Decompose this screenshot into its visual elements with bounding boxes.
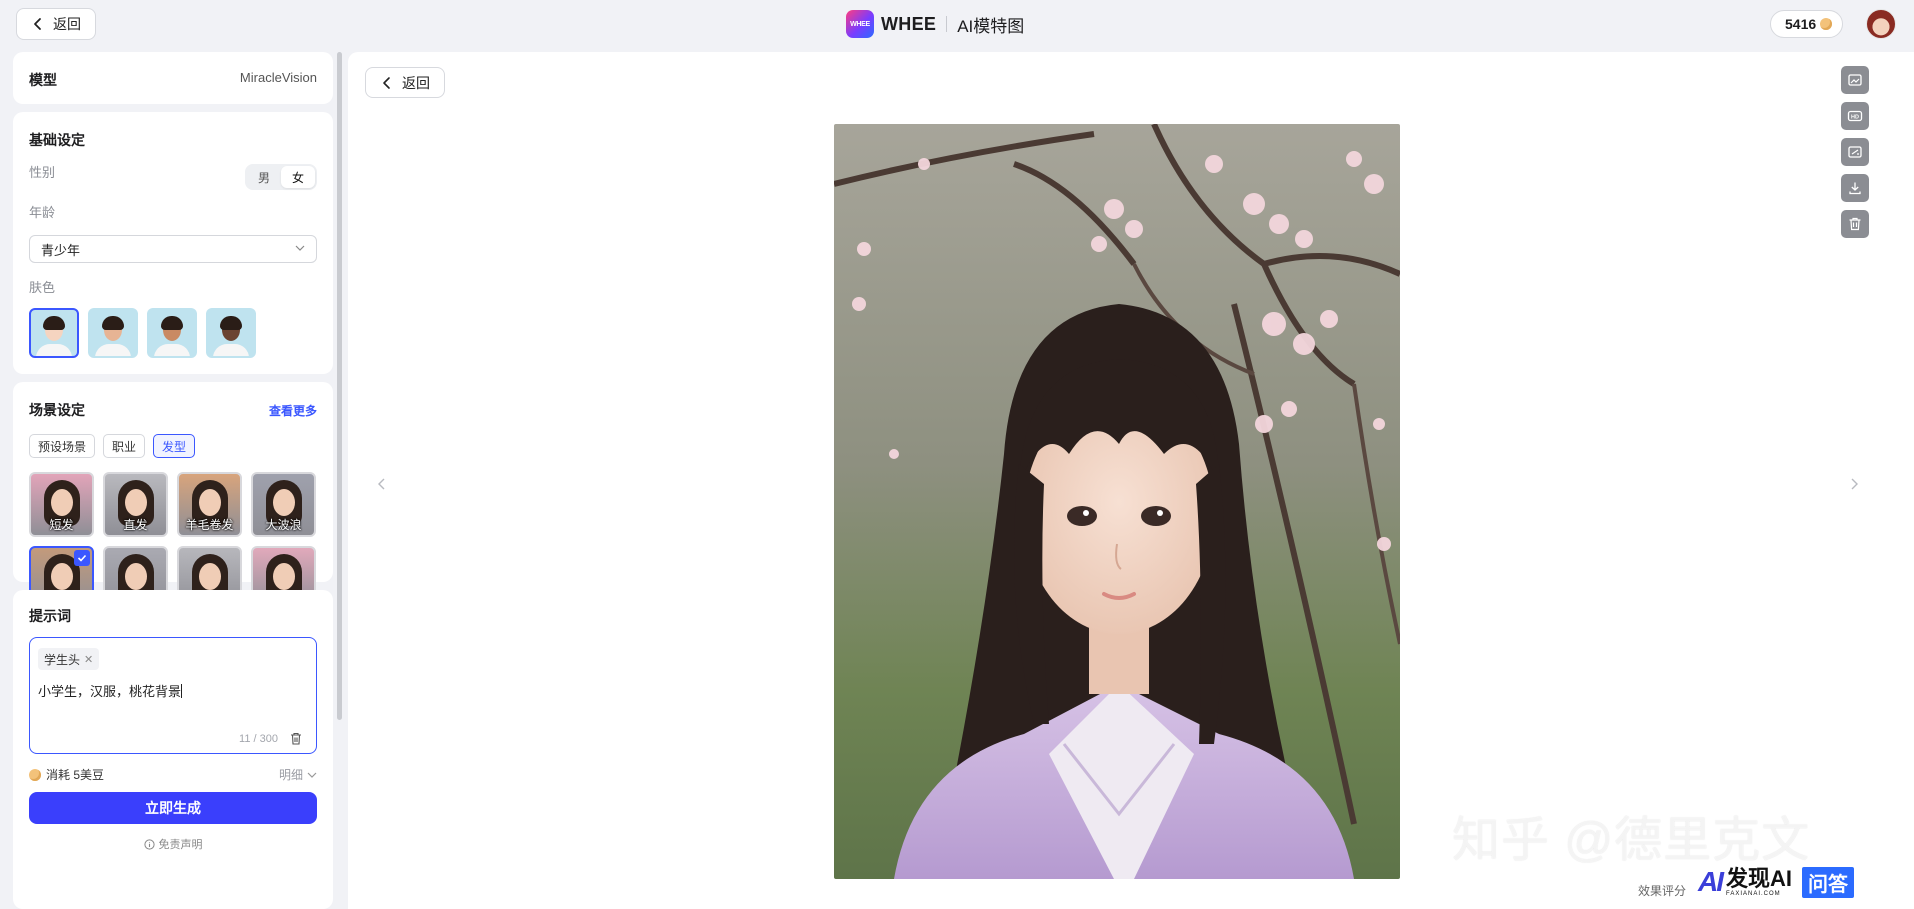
badge-text: 发现AI FAXIANAI.COM	[1726, 866, 1793, 898]
credits-count: 5416	[1785, 16, 1817, 32]
header-back-label: 返回	[53, 16, 81, 32]
disclaimer-label: 免责声明	[158, 839, 203, 851]
header-back-button[interactable]: 返回	[16, 8, 96, 40]
prompt-tag: 学生头 ✕	[38, 648, 100, 670]
skin-tone-option[interactable]	[147, 308, 197, 358]
badge-name: 发现AI	[1726, 866, 1793, 891]
close-icon[interactable]: ✕	[84, 653, 93, 666]
basic-settings-card: 基础设定 性别 男 女 年龄 青少年 肤色	[13, 112, 333, 374]
cost-label: 消耗 5美豆	[46, 768, 105, 782]
bean-icon	[1820, 18, 1833, 30]
skin-tone-option[interactable]	[206, 308, 256, 358]
model-title: 模型	[29, 72, 57, 88]
gender-option-male[interactable]: 男	[247, 166, 281, 188]
credits-badge[interactable]: 5416	[1770, 10, 1844, 38]
hairstyle-option[interactable]: 羊毛卷发	[177, 472, 242, 537]
page-title: AI模特图	[957, 16, 1025, 36]
prompt-tag-label: 学生头	[44, 652, 81, 667]
info-icon	[143, 838, 155, 850]
scene-settings-title: 场景设定	[29, 402, 85, 418]
top-bar: 返回 WHEE WHEE AI模特图 5416	[0, 0, 1914, 48]
model-card[interactable]: 模型 MiracleVision	[13, 52, 333, 104]
hairstyle-label: 直发	[123, 518, 148, 532]
badge-qa: 问答	[1802, 866, 1855, 898]
chevron-down-icon	[295, 245, 305, 251]
generate-button[interactable]: 立即生成	[29, 792, 317, 824]
scene-settings-card: 场景设定 查看更多 预设场景 职业 发型 短发直发羊毛卷发大波浪学生头单马尾双马…	[13, 382, 333, 611]
disclaimer-link[interactable]: 免责声明	[13, 836, 333, 852]
badge-domain: FAXIANAI.COM	[1726, 891, 1781, 897]
brand-logo: WHEE	[846, 10, 874, 38]
watermark: 知乎 @德里克文	[1452, 814, 1811, 867]
tab-preset-scene[interactable]: 预设场景	[29, 434, 96, 458]
hairstyle-option[interactable]: 大波浪	[251, 472, 316, 537]
cost-detail-toggle[interactable]: 明细	[279, 766, 317, 783]
next-image-arrow-icon[interactable]	[1847, 477, 1861, 491]
rating-label[interactable]: 效果评分	[1638, 882, 1686, 899]
age-select-value: 青少年	[41, 242, 81, 258]
generated-image[interactable]	[834, 124, 1400, 879]
checkmark-icon	[74, 550, 90, 566]
model-value: MiracleVision	[239, 70, 317, 85]
cost-detail-label: 明细	[278, 768, 303, 782]
gender-toggle: 男 女	[245, 164, 317, 190]
hd-icon[interactable]: HD	[1841, 102, 1869, 130]
preview-area: 返回 HD	[348, 52, 1914, 909]
prompt-text[interactable]: 小学生，汉服，桃花背景	[38, 681, 183, 700]
gender-label: 性别	[29, 165, 56, 180]
image-edit-icon[interactable]	[1841, 66, 1869, 94]
preview-back-button[interactable]: 返回	[365, 67, 445, 98]
delete-icon[interactable]	[1841, 210, 1869, 238]
brand-name: WHEE	[881, 13, 937, 34]
bean-icon	[29, 768, 41, 781]
skin-label: 肤色	[29, 280, 56, 295]
avatar[interactable]	[1866, 9, 1896, 39]
settings-panel: 模型 MiracleVision 基础设定 性别 男 女 年龄 青少年 肤色 场…	[13, 52, 333, 909]
faxianai-badge: AI 发现AI FAXIANAI.COM 问答	[1698, 866, 1855, 898]
scene-tabs: 预设场景 职业 发型	[29, 434, 196, 458]
preview-back-label: 返回	[402, 74, 430, 91]
image-toolbar: HD	[1841, 66, 1869, 238]
prev-image-arrow-icon[interactable]	[375, 477, 389, 491]
generated-photo-graphic	[834, 124, 1400, 879]
skin-tone-option[interactable]	[88, 308, 138, 358]
hairstyle-label: 羊毛卷发	[185, 518, 234, 532]
hairstyle-label: 短发	[49, 518, 74, 532]
cost-row: 消耗 5美豆 明细	[29, 766, 317, 783]
badge-ai-logo: AI	[1698, 866, 1724, 897]
tab-hairstyle[interactable]: 发型	[153, 434, 196, 458]
brand[interactable]: WHEE WHEE AI模特图	[846, 9, 1024, 39]
chevron-left-icon	[34, 18, 41, 30]
chevron-down-icon	[307, 772, 317, 778]
svg-text:HD: HD	[1851, 115, 1859, 121]
gender-option-female[interactable]: 女	[281, 166, 315, 188]
skin-tone-option[interactable]	[29, 308, 79, 358]
see-more-link[interactable]: 查看更多	[269, 402, 317, 419]
hairstyle-label: 大波浪	[265, 518, 302, 532]
basic-settings-title: 基础设定	[29, 132, 85, 148]
download-icon[interactable]	[1841, 174, 1869, 202]
char-counter: 11 / 300	[239, 733, 278, 745]
tab-profession[interactable]: 职业	[103, 434, 146, 458]
prompt-title: 提示词	[29, 608, 71, 624]
prompt-card: 提示词 学生头 ✕ 小学生，汉服，桃花背景 11 / 300 消耗 5美豆 明细…	[13, 590, 333, 909]
hairstyle-option[interactable]: 直发	[103, 472, 168, 537]
prompt-input[interactable]: 学生头 ✕ 小学生，汉服，桃花背景 11 / 300	[29, 637, 317, 754]
age-label: 年龄	[29, 205, 56, 220]
chevron-left-icon	[383, 76, 390, 89]
panel-scrollbar[interactable]	[337, 52, 342, 720]
skin-tone-options	[29, 308, 256, 358]
brand-divider	[946, 16, 948, 32]
repaint-icon[interactable]	[1841, 138, 1869, 166]
trash-icon[interactable]	[290, 732, 302, 745]
hairstyle-option[interactable]: 短发	[29, 472, 94, 537]
age-select[interactable]: 青少年	[29, 235, 317, 263]
